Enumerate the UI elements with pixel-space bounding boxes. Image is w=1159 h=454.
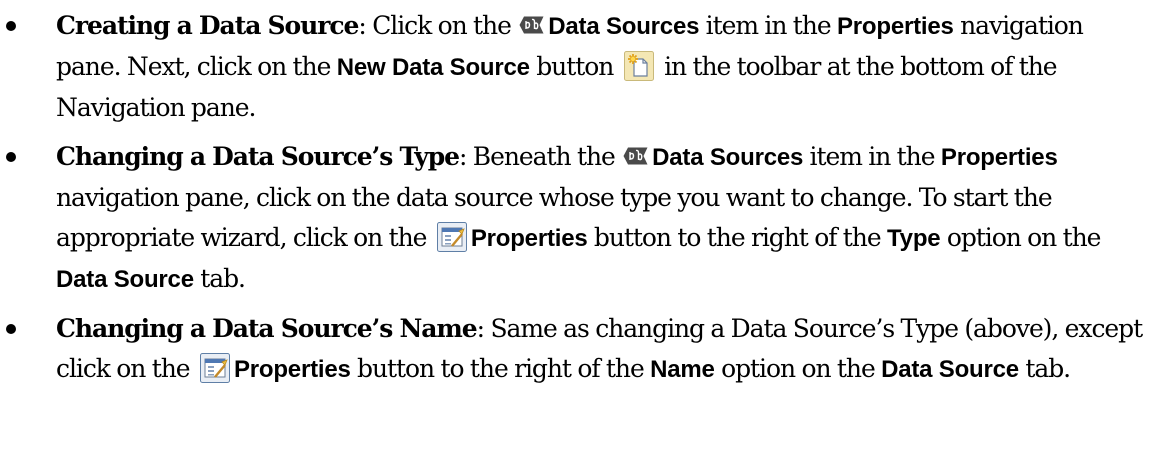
- list-item-changing-type: Changing a Data Source’s Type: Beneath t…: [0, 137, 1159, 300]
- ui-term: Data Sources: [548, 13, 700, 40]
- bullet-dot: [6, 324, 16, 334]
- properties-icon: [436, 221, 467, 252]
- ui-term: Properties: [836, 13, 954, 40]
- data-sources-icon: [519, 15, 544, 35]
- bullet-list: Creating a Data Source: Click on the Dat…: [0, 6, 1159, 390]
- properties-icon: [199, 352, 230, 383]
- body-text: tab.: [193, 264, 246, 293]
- item-heading: Creating a Data Source: [56, 11, 359, 40]
- data-sources-icon: [623, 146, 648, 166]
- ui-term: Properties: [233, 356, 351, 383]
- bullet-dot: [6, 152, 16, 162]
- body-text: : Beneath the: [459, 142, 622, 171]
- ui-term: Data Source: [881, 356, 1019, 383]
- item-heading: Changing a Data Source’s Name: [56, 314, 478, 343]
- body-text: item in the: [803, 142, 941, 171]
- body-text: item in the: [699, 11, 837, 40]
- ui-term: New Data Source: [336, 54, 530, 81]
- new-data-source-icon: [623, 50, 654, 81]
- body-text: : Click on the: [358, 11, 518, 40]
- item-heading: Changing a Data Source’s Type: [56, 142, 460, 171]
- ui-term: Properties: [470, 225, 588, 252]
- ui-term: Type: [887, 225, 941, 252]
- body-text: button: [529, 52, 620, 81]
- body-text: option on the: [940, 223, 1102, 252]
- document-page: Creating a Data Source: Click on the Dat…: [0, 0, 1159, 454]
- ui-term: Name: [650, 356, 715, 383]
- body-text: button to the right of the: [587, 223, 887, 252]
- body-text: button to the right of the: [350, 354, 651, 383]
- list-item-changing-name: Changing a Data Source’s Name: Same as c…: [0, 309, 1159, 390]
- ui-term: Properties: [940, 144, 1058, 171]
- bullet-dot: [6, 21, 16, 31]
- body-text: option on the: [714, 354, 882, 383]
- body-text: tab.: [1018, 354, 1071, 383]
- ui-term: Data Source: [56, 266, 194, 293]
- ui-term: Data Sources: [652, 144, 804, 171]
- list-item-creating-data-source: Creating a Data Source: Click on the Dat…: [0, 6, 1159, 128]
